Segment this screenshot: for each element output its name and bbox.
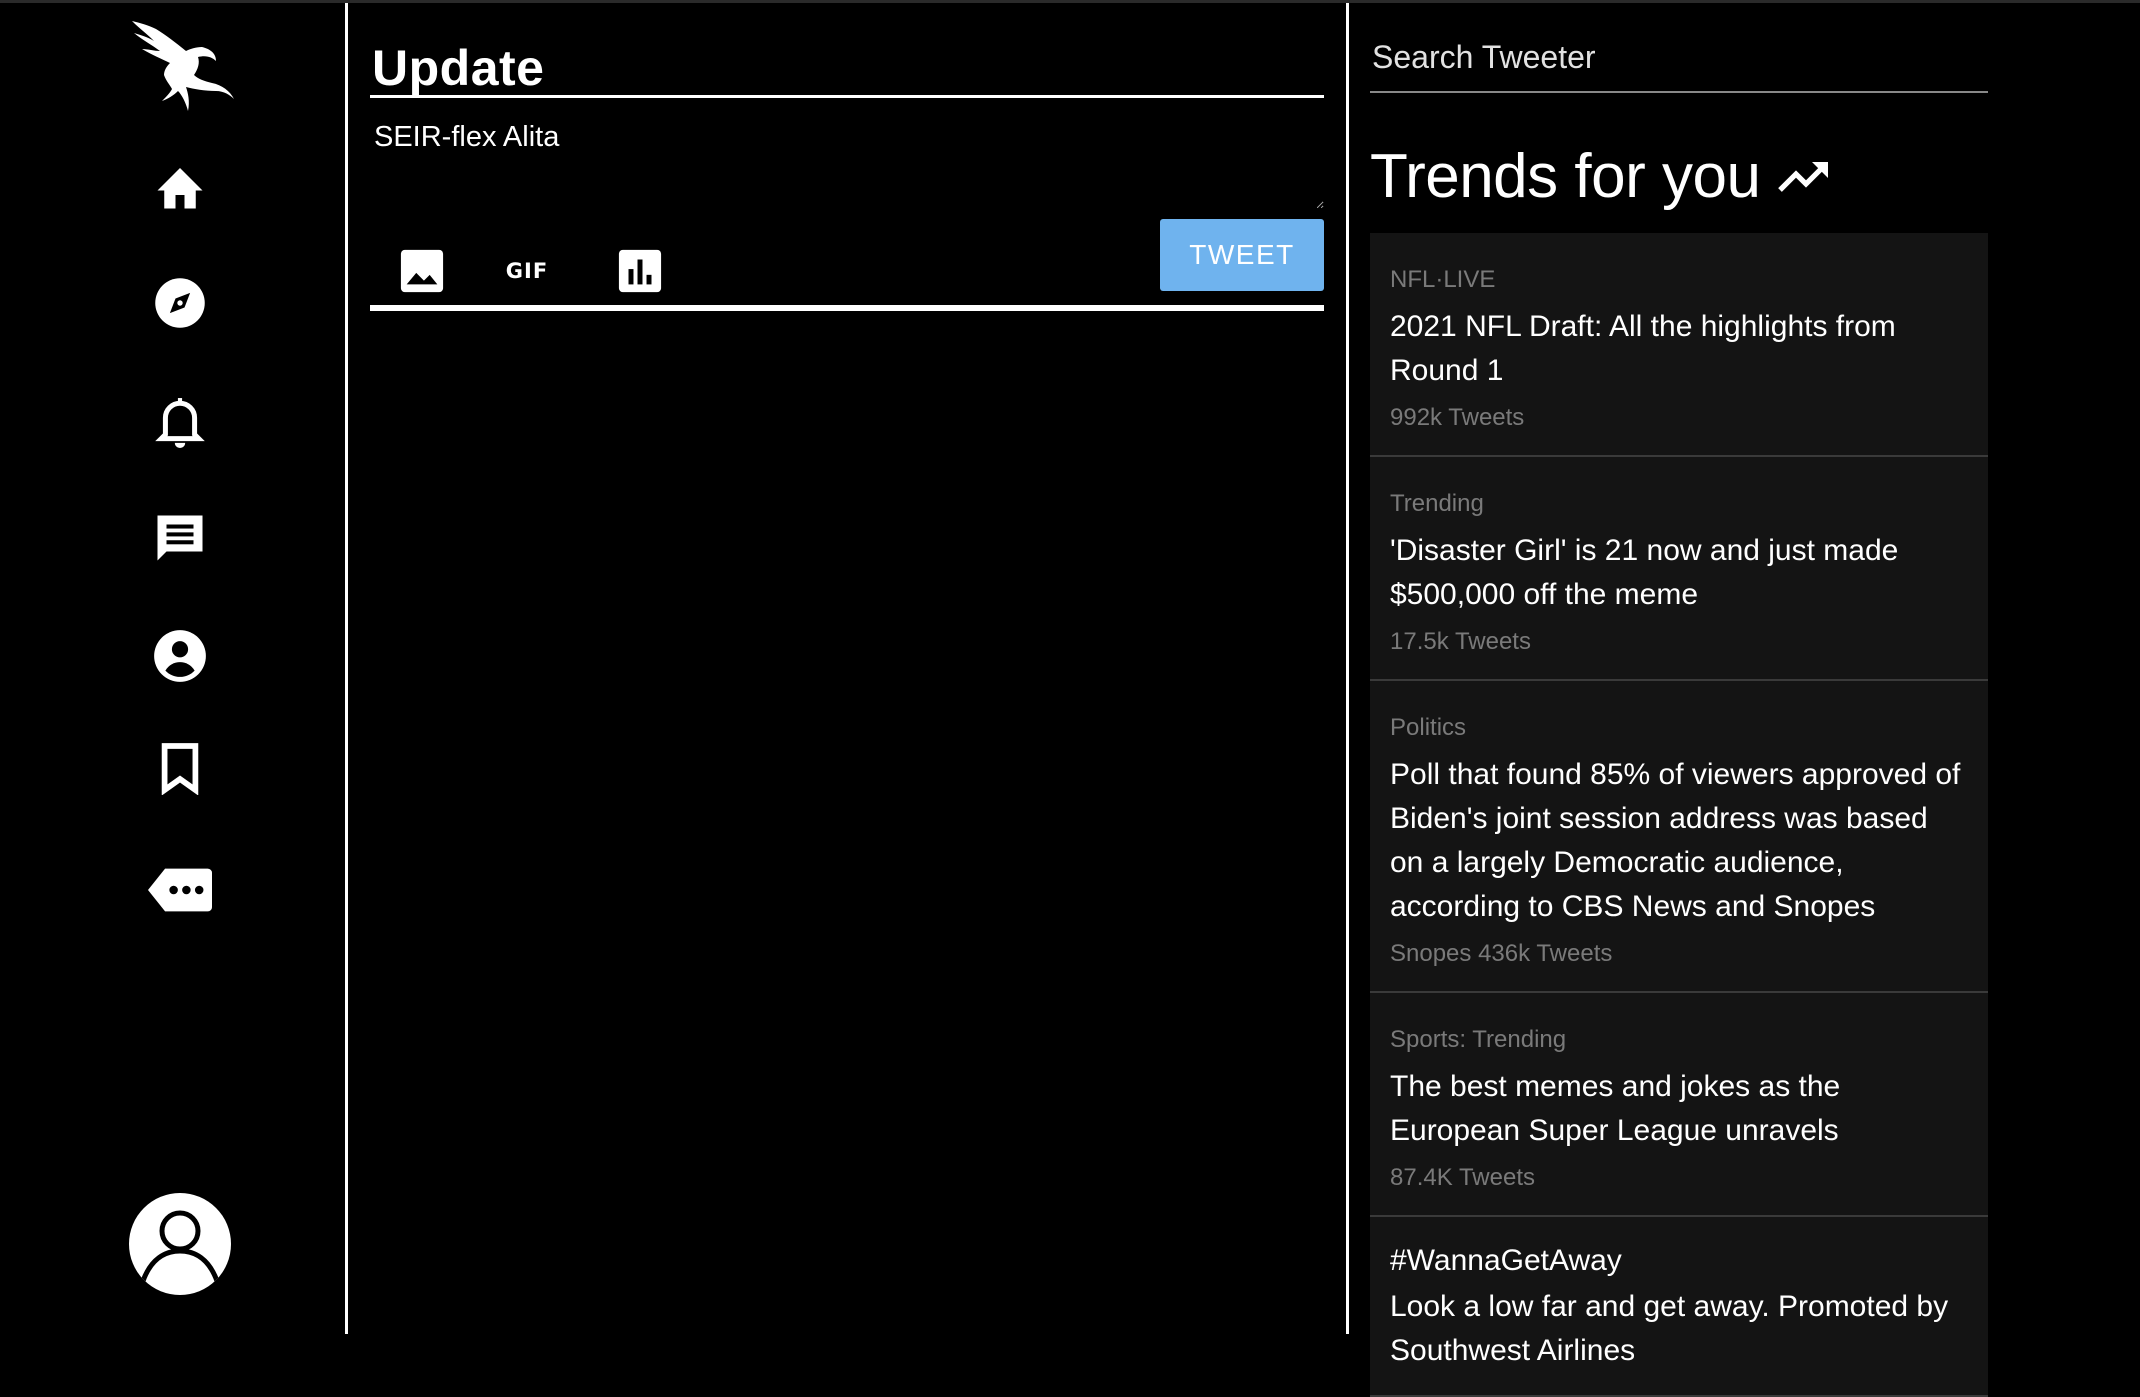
trend-item[interactable]: Trending 'Disaster Girl' is 21 now and j…: [1370, 457, 1988, 681]
trend-item[interactable]: Sports: Trending The best memes and joke…: [1370, 993, 1988, 1217]
trend-category: Sports: Trending: [1390, 1026, 1567, 1053]
compose-column: Update GIF TWEET: [348, 3, 1345, 1334]
trends-title-text: Trends for you: [1370, 142, 1761, 211]
trend-headline: The best memes and jokes as the European…: [1390, 1070, 1841, 1147]
trends-list: NFL·LIVE 2021 NFL Draft: All the highlig…: [1370, 233, 1988, 1397]
trend-category: Politics: [1390, 714, 1467, 741]
image-upload-icon[interactable]: [398, 245, 446, 297]
search-input[interactable]: [1370, 23, 1988, 93]
right-divider: [1346, 3, 1349, 1334]
trends-heading: Trends for you: [1370, 141, 1830, 212]
promoted-trend-item[interactable]: #WannaGetAway Look a low far and get awa…: [1370, 1217, 1988, 1397]
trend-tweet-count: Snopes 436k Tweets: [1390, 940, 1613, 967]
trend-hashtag: #WannaGetAway: [1390, 1244, 1622, 1277]
trend-headline: Look a low far and get away. Promoted by…: [1390, 1290, 1949, 1367]
tweet-compose-input[interactable]: [370, 113, 1324, 209]
tweet-button[interactable]: TWEET: [1160, 219, 1324, 291]
trend-category: Trending: [1390, 490, 1484, 517]
trend-item[interactable]: NFL·LIVE 2021 NFL Draft: All the highlig…: [1370, 233, 1988, 457]
explore-icon[interactable]: [145, 268, 215, 338]
trend-item[interactable]: Politics Poll that found 85% of viewers …: [1370, 681, 1988, 993]
profile-icon[interactable]: [145, 621, 215, 691]
trend-headline: 2021 NFL Draft: All the highlights from …: [1390, 310, 1896, 387]
bookmarks-icon[interactable]: [145, 733, 215, 803]
trend-tweet-count: 992k Tweets: [1390, 404, 1525, 431]
user-avatar-icon[interactable]: [129, 1193, 231, 1295]
more-icon[interactable]: [148, 855, 212, 925]
trend-tweet-count: 17.5k Tweets: [1390, 628, 1531, 655]
eagle-logo-icon[interactable]: [126, 15, 234, 115]
trend-headline: Poll that found 85% of viewers approved …: [1390, 758, 1961, 923]
poll-icon[interactable]: [616, 245, 664, 297]
title-underline: [370, 95, 1324, 98]
gif-button[interactable]: GIF: [506, 245, 548, 297]
page-title: Update: [372, 40, 545, 96]
home-icon[interactable]: [145, 151, 215, 221]
compose-divider: [370, 305, 1324, 311]
trend-tweet-count: 87.4K Tweets: [1390, 1164, 1535, 1191]
trend-headline: 'Disaster Girl' is 21 now and just made …: [1390, 534, 1899, 611]
trends-column: Trends for you NFL·LIVE 2021 NFL Draft: …: [1350, 3, 2140, 1397]
gif-label: GIF: [505, 259, 549, 283]
messages-icon[interactable]: [145, 503, 215, 573]
notifications-icon[interactable]: [145, 387, 215, 457]
trend-category: NFL·LIVE: [1390, 266, 1496, 293]
sidebar-nav: [0, 3, 346, 1334]
trending-up-icon: [1778, 161, 1829, 192]
